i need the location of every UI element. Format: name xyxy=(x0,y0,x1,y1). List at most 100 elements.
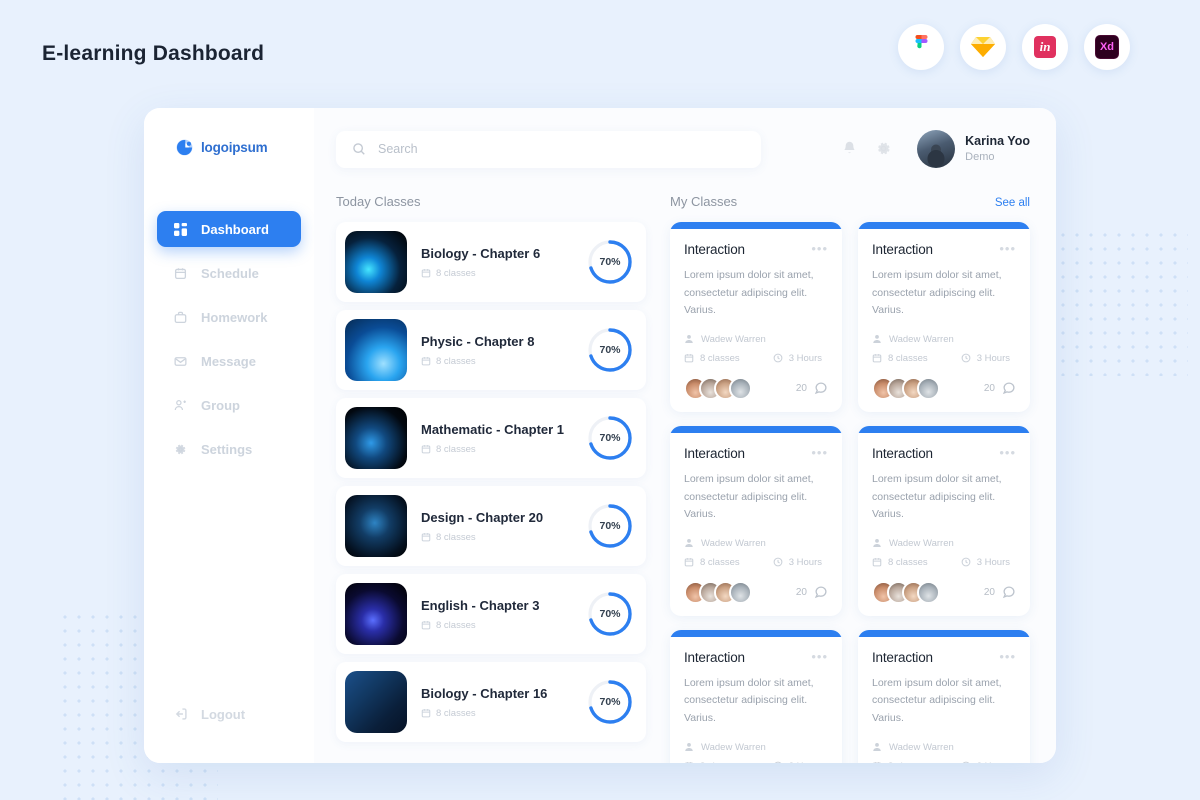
class-row[interactable]: Physic - Chapter 8 8 classes 70% xyxy=(336,310,646,390)
dot-pattern-right xyxy=(1056,228,1188,376)
card-comments[interactable]: 20 xyxy=(984,381,1016,395)
my-classes-grid: Interaction ••• Lorem ipsum dolor sit am… xyxy=(670,222,1030,763)
profile-menu[interactable]: Karina Yoo Demo xyxy=(917,130,1030,168)
card-hours-label: 3 Hours xyxy=(789,761,822,763)
sketch-badge[interactable] xyxy=(960,24,1006,70)
class-row[interactable]: Mathematic - Chapter 1 8 classes 70% xyxy=(336,398,646,478)
progress-ring: 70% xyxy=(586,590,634,638)
search-box[interactable] xyxy=(336,130,761,168)
class-row[interactable]: English - Chapter 3 8 classes 70% xyxy=(336,574,646,654)
calendar-icon xyxy=(684,761,694,763)
sidebar-item-message[interactable]: Message xyxy=(157,343,301,379)
card-footer: 20 xyxy=(872,580,1016,604)
class-thumbnail xyxy=(345,407,407,469)
class-row[interactable]: Biology - Chapter 6 8 classes 70% xyxy=(336,222,646,302)
bell-icon[interactable] xyxy=(841,140,859,158)
today-classes-header: Today Classes xyxy=(336,194,646,209)
class-meta-label: 8 classes xyxy=(436,619,476,631)
card-accent-bar xyxy=(858,222,1030,229)
class-row[interactable]: Biology - Chapter 16 8 classes 70% xyxy=(336,662,646,742)
card-comments[interactable]: 20 xyxy=(796,585,828,599)
sidebar-item-homework[interactable]: Homework xyxy=(157,299,301,335)
card-title: Interaction xyxy=(684,649,745,665)
progress-ring: 70% xyxy=(586,326,634,374)
card-more-icon[interactable]: ••• xyxy=(811,446,828,459)
gear-icon xyxy=(173,442,188,457)
card-description: Lorem ipsum dolor sit amet, consectetur … xyxy=(872,676,1002,724)
class-meta: 8 classes xyxy=(421,620,586,631)
card-more-icon[interactable]: ••• xyxy=(811,650,828,663)
card-accent-bar xyxy=(858,425,1030,433)
xd-icon: Xd xyxy=(1095,35,1119,59)
card-header: Interaction ••• xyxy=(684,650,828,665)
class-info: Biology - Chapter 16 8 classes xyxy=(407,686,586,719)
profile-role: Demo xyxy=(965,150,995,163)
class-thumbnail xyxy=(345,583,407,645)
interaction-card[interactable]: Interaction ••• Lorem ipsum dolor sit am… xyxy=(670,222,842,412)
interaction-card[interactable]: Interaction ••• Lorem ipsum dolor sit am… xyxy=(670,629,842,763)
figma-badge[interactable] xyxy=(898,24,944,70)
settings-gear-icon[interactable] xyxy=(875,140,893,158)
card-more-icon[interactable]: ••• xyxy=(811,242,828,255)
card-header: Interaction ••• xyxy=(872,650,1016,665)
xd-badge[interactable]: Xd xyxy=(1084,24,1130,70)
sidebar-item-group[interactable]: Group xyxy=(157,387,301,423)
card-author: Wadew Warren xyxy=(872,334,1016,345)
card-author-name: Wadew Warren xyxy=(889,537,954,549)
card-body: Interaction ••• Lorem ipsum dolor sit am… xyxy=(858,637,1030,763)
class-info: Mathematic - Chapter 1 8 classes xyxy=(407,422,586,455)
class-name: Mathematic - Chapter 1 xyxy=(421,421,565,437)
card-description: Lorem ipsum dolor sit amet, consectetur … xyxy=(872,269,1002,317)
class-meta: 8 classes xyxy=(421,532,586,543)
avatar-stack xyxy=(684,580,752,604)
logout-button[interactable]: Logout xyxy=(157,697,261,731)
calendar-icon xyxy=(684,353,694,363)
card-more-icon[interactable]: ••• xyxy=(999,446,1016,459)
user-icon xyxy=(684,742,694,752)
interaction-card[interactable]: Interaction ••• Lorem ipsum dolor sit am… xyxy=(858,425,1030,616)
card-hours-stat: 3 Hours xyxy=(961,557,1016,568)
sidebar-item-dashboard[interactable]: Dashboard xyxy=(157,211,301,247)
card-author-name: Wadew Warren xyxy=(701,537,766,549)
grid-icon xyxy=(173,222,188,237)
class-name: English - Chapter 3 xyxy=(421,597,540,613)
class-row[interactable]: Design - Chapter 20 8 classes 70% xyxy=(336,486,646,566)
card-classes-label: 8 classes xyxy=(700,761,740,763)
card-description: Lorem ipsum dolor sit amet, consectetur … xyxy=(872,472,1002,521)
calendar-icon xyxy=(421,268,431,278)
app-logo[interactable]: logoipsum xyxy=(144,138,314,157)
calendar-icon xyxy=(872,557,882,567)
see-all-link[interactable]: See all xyxy=(995,197,1030,209)
progress-ring: 70% xyxy=(586,414,634,462)
logout-label: Logout xyxy=(201,706,246,722)
clock-icon xyxy=(773,761,783,763)
card-hours-stat: 3 Hours xyxy=(961,353,1016,364)
avatar-stack xyxy=(684,376,752,400)
card-comments-count: 20 xyxy=(983,382,995,394)
card-comments[interactable]: 20 xyxy=(984,585,1016,599)
avatar-stack xyxy=(872,376,940,400)
card-body: Interaction ••• Lorem ipsum dolor sit am… xyxy=(670,229,842,412)
card-description: Lorem ipsum dolor sit amet, consectetur … xyxy=(684,269,814,317)
sidebar-item-schedule[interactable]: Schedule xyxy=(157,255,301,291)
card-stats: 8 classes 3 Hours xyxy=(684,353,828,364)
card-description: Lorem ipsum dolor sit amet, consectetur … xyxy=(684,472,814,521)
sidebar-item-settings[interactable]: Settings xyxy=(157,431,301,467)
card-comments[interactable]: 20 xyxy=(796,381,828,395)
card-title: Interaction xyxy=(684,445,745,461)
card-more-icon[interactable]: ••• xyxy=(999,650,1016,663)
card-classes-label: 8 classes xyxy=(888,352,928,364)
class-name: Physic - Chapter 8 xyxy=(421,333,535,349)
interaction-card[interactable]: Interaction ••• Lorem ipsum dolor sit am… xyxy=(858,629,1030,763)
card-author-name: Wadew Warren xyxy=(889,333,954,345)
search-input[interactable] xyxy=(378,142,745,156)
card-more-icon[interactable]: ••• xyxy=(999,242,1016,255)
interaction-card[interactable]: Interaction ••• Lorem ipsum dolor sit am… xyxy=(858,222,1030,412)
card-footer: 20 xyxy=(684,580,828,604)
interaction-card[interactable]: Interaction ••• Lorem ipsum dolor sit am… xyxy=(670,425,842,616)
invision-badge[interactable]: in xyxy=(1022,24,1068,70)
card-stats: 8 classes 3 Hours xyxy=(872,353,1016,364)
section-title: Today Classes xyxy=(336,194,421,209)
avatar xyxy=(917,376,940,400)
page-header: E-learning Dashboard in Xd xyxy=(0,0,1200,110)
